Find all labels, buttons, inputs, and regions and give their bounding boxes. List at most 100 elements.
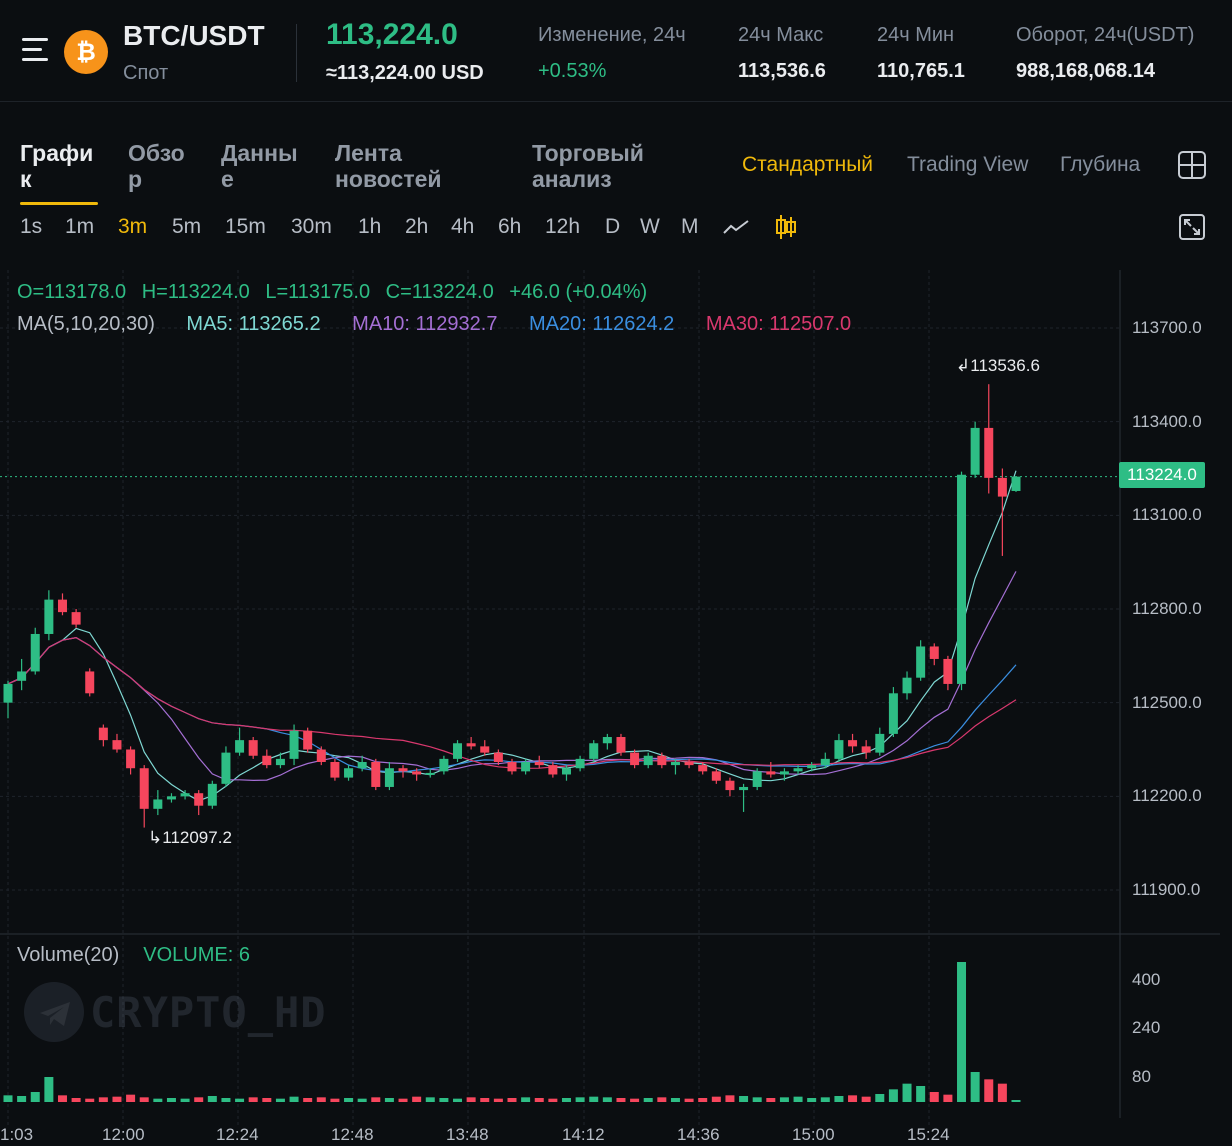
- view-standard[interactable]: Стандартный: [742, 153, 873, 177]
- interval-4h[interactable]: 4h: [451, 215, 474, 239]
- tab-chart[interactable]: Графи к: [20, 140, 93, 192]
- candle-body: [711, 771, 721, 781]
- candle-body: [698, 765, 708, 772]
- watermark-text: CRYPTO_HD: [90, 988, 327, 1037]
- candle-body: [466, 743, 476, 747]
- candle-body: [57, 599, 67, 613]
- bitcoin-icon: ₿: [64, 30, 108, 74]
- tab-trading-analysis[interactable]: Торговый анализ: [532, 140, 644, 192]
- tab-news[interactable]: Лента новостей: [335, 140, 442, 192]
- volume-bar: [262, 1098, 272, 1102]
- interval-6h[interactable]: 6h: [498, 215, 521, 239]
- volume-bar: [916, 1086, 926, 1102]
- volume-bar: [820, 1097, 830, 1102]
- volume-bar: [71, 1098, 81, 1102]
- candle-body: [575, 758, 585, 769]
- candle-body: [834, 740, 844, 759]
- interval-day[interactable]: D: [605, 215, 620, 239]
- interval-1s[interactable]: 1s: [20, 215, 42, 239]
- interval-12h[interactable]: 12h: [545, 215, 580, 239]
- volume-bar: [344, 1098, 354, 1102]
- candle-body: [561, 768, 571, 775]
- candle-body: [820, 758, 830, 766]
- candle-body: [534, 761, 544, 766]
- volume-bar: [766, 1098, 776, 1102]
- volume-bar: [139, 1097, 149, 1102]
- volume-tick-label: 400: [1132, 970, 1161, 989]
- interval-1m[interactable]: 1m: [65, 215, 94, 239]
- volume-bar: [970, 1072, 980, 1102]
- interval-week[interactable]: W: [640, 215, 660, 239]
- volume-bar: [848, 1095, 858, 1102]
- interval-3m[interactable]: 3m: [118, 215, 147, 239]
- candle-body: [44, 599, 54, 634]
- low-24h-label: 24ч Мин: [877, 24, 955, 46]
- interval-5m[interactable]: 5m: [172, 215, 201, 239]
- volume-bar: [779, 1097, 789, 1102]
- candle-body: [970, 427, 980, 475]
- high-24h-value: 113,536.6: [738, 60, 826, 82]
- tab-data[interactable]: Данны е: [221, 140, 298, 192]
- candle-body: [248, 740, 258, 756]
- y-tick-label: 113400.0: [1132, 412, 1202, 431]
- ma10-value: MA10: 112932.7: [352, 313, 498, 335]
- candle-body: [235, 740, 245, 753]
- volume-bar: [861, 1096, 871, 1102]
- menu-icon[interactable]: [22, 38, 50, 64]
- candle-body: [630, 752, 640, 766]
- x-tick-label: 12:24: [216, 1125, 259, 1144]
- volume-bar: [493, 1098, 503, 1102]
- interval-15m[interactable]: 15m: [225, 215, 266, 239]
- change-24h-value: +0.53%: [538, 60, 607, 82]
- tab-data-line1: Данны: [221, 140, 298, 166]
- view-depth[interactable]: Глубина: [1060, 153, 1140, 177]
- interval-30m[interactable]: 30m: [291, 215, 332, 239]
- candle-body: [902, 677, 912, 694]
- turnover-24h-value: 988,168,068.14: [1016, 60, 1156, 82]
- view-tradingview[interactable]: Trading View: [907, 153, 1028, 177]
- candle-body: [997, 477, 1007, 497]
- candle-body: [493, 752, 503, 762]
- candlestick-icon[interactable]: [774, 213, 798, 241]
- candle-body: [207, 783, 217, 806]
- x-tick-label: 14:36: [677, 1125, 720, 1144]
- candle-body: [739, 786, 749, 791]
- volume-bar: [929, 1092, 939, 1102]
- line-chart-icon[interactable]: [722, 217, 750, 237]
- ma-label: MA(5,10,20,30): [17, 313, 155, 335]
- volume-bar: [943, 1094, 953, 1102]
- trading-pair[interactable]: BTC/USDT: [123, 20, 265, 52]
- candle-body: [262, 755, 272, 766]
- volume-bar: [793, 1096, 803, 1102]
- interval-month[interactable]: M: [681, 215, 699, 239]
- layout-grid-icon[interactable]: [1178, 151, 1206, 179]
- candle-body: [275, 758, 285, 766]
- ohlc-high: H=113224.0: [141, 281, 250, 303]
- y-tick-label: 112500.0: [1132, 693, 1202, 712]
- candle-body: [412, 771, 422, 775]
- low-marker-value: 112097.2: [162, 828, 232, 847]
- volume-bar: [85, 1098, 95, 1102]
- volume-bar: [303, 1098, 313, 1102]
- volume-bar: [439, 1098, 449, 1102]
- market-type: Спот: [123, 62, 169, 84]
- volume-bar: [112, 1096, 122, 1102]
- interval-2h[interactable]: 2h: [405, 215, 428, 239]
- volume-bar: [711, 1096, 721, 1102]
- tab-overview-line1: Обзо: [128, 140, 185, 166]
- volume-bar: [44, 1077, 54, 1102]
- volume-bar: [3, 1095, 13, 1102]
- volume-tick-label: 240: [1132, 1018, 1161, 1037]
- volume-bar: [507, 1098, 517, 1102]
- volume-bar: [316, 1097, 326, 1102]
- fullscreen-icon[interactable]: [1179, 214, 1205, 240]
- volume-bar: [888, 1089, 898, 1102]
- candle-body: [3, 683, 13, 703]
- interval-1h[interactable]: 1h: [358, 215, 381, 239]
- candle-body: [793, 768, 803, 772]
- x-tick-label: 1:03: [0, 1125, 34, 1144]
- candle-body: [480, 746, 490, 753]
- candle-body: [643, 755, 653, 766]
- usd-price: ≈113,224.00 USD: [326, 62, 484, 84]
- tab-overview[interactable]: Обзо р: [128, 140, 185, 192]
